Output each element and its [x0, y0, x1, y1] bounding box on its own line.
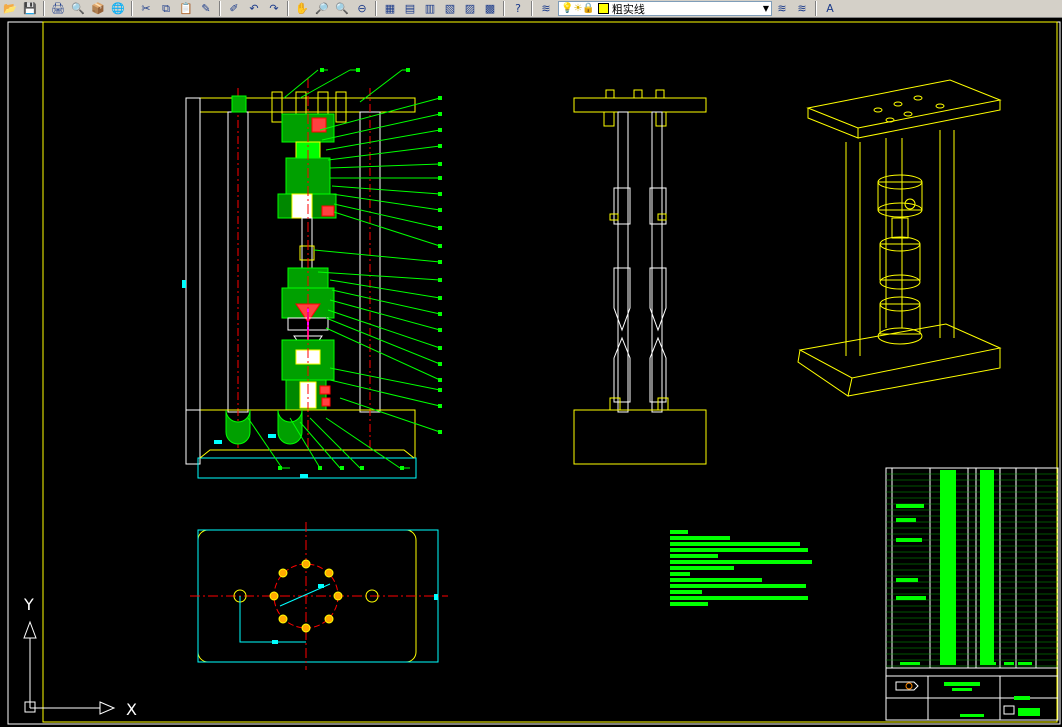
- front-section-view: [182, 68, 442, 479]
- standard-toolbar: 📂 💾 🖨 🔍 📦 🌐 ✂ ⧉ 📋 ✎ ✐ ↶ ↷ ✋ 🔎 🔍 ⊖ ▦ ▤ ▥ ▧ ▨ ▩? ≋ 💡 ☀ 🔒 粗实线 ▼ ≋ ≋ A: [0, 0, 1062, 18]
- zoom-window-button[interactable]: 🔍: [333, 1, 351, 17]
- redo-icon: ↷: [269, 1, 279, 15]
- cut-button[interactable]: ✂: [137, 1, 155, 17]
- paste-button[interactable]: 📋: [177, 1, 195, 17]
- print-icon: 🖨: [51, 1, 65, 15]
- undo-icon: ↶: [249, 1, 259, 15]
- calculator-button[interactable]: ▩: [481, 1, 499, 17]
- publish-button[interactable]: 📦: [89, 1, 107, 17]
- parts-list-table: [885, 467, 1059, 721]
- sheet-inner-border: [42, 21, 1058, 723]
- layer-dropdown-current: 💡 ☀ 🔒 粗实线: [561, 1, 645, 17]
- help-button[interactable]: ?: [509, 1, 527, 17]
- markup-button[interactable]: ▨: [461, 1, 479, 17]
- copy-button[interactable]: ⧉: [157, 1, 175, 17]
- zoom-realtime-icon: 🔎: [315, 1, 329, 15]
- toolbar-separator: [43, 1, 45, 16]
- isometric-view: [797, 79, 1002, 397]
- publish-icon: 📦: [91, 1, 105, 15]
- open-button[interactable]: 📂: [1, 1, 19, 17]
- redo-button[interactable]: ↷: [265, 1, 283, 17]
- sun-icon: ☀: [573, 3, 583, 14]
- zoom-previous-icon: ⊖: [357, 1, 367, 15]
- match-properties-icon: ✎: [201, 1, 211, 15]
- toolbar-separator: [531, 1, 533, 16]
- toolbar-separator: [503, 1, 505, 16]
- block-editor-button[interactable]: ✐: [225, 1, 243, 17]
- ucs-x-label: X: [126, 700, 137, 719]
- sheet-set-button[interactable]: ▧: [441, 1, 459, 17]
- properties-button[interactable]: ▦: [381, 1, 399, 17]
- toolbar-separator: [815, 1, 817, 16]
- save-icon: 💾: [23, 1, 37, 15]
- markup-icon: ▨: [464, 1, 476, 15]
- toolbar-separator: [219, 1, 221, 16]
- save-button[interactable]: 💾: [21, 1, 39, 17]
- sheet-outer-border: [7, 21, 1061, 725]
- tool-palettes-icon: ▥: [424, 1, 436, 15]
- make-current-layer-icon: ≋: [777, 1, 787, 15]
- zoom-previous-button[interactable]: ⊖: [353, 1, 371, 17]
- toolbar-separator: [131, 1, 133, 16]
- layer-properties-manager-button[interactable]: ≋: [537, 1, 555, 17]
- side-view: [573, 89, 707, 465]
- design-center-icon: ▤: [404, 1, 416, 15]
- layer-name: 粗实线: [611, 2, 645, 16]
- layer-previous-icon: ≋: [797, 1, 807, 15]
- technical-requirements-text: [670, 530, 812, 606]
- pan-icon: ✋: [295, 1, 309, 15]
- web-icon: 🌐: [111, 1, 125, 15]
- properties-icon: ▦: [384, 1, 396, 15]
- plot-preview-button[interactable]: 🔍: [69, 1, 87, 17]
- lightbulb-icon: 💡: [561, 3, 574, 14]
- lock-icon: 🔒: [582, 3, 595, 14]
- undo-button[interactable]: ↶: [245, 1, 263, 17]
- make-current-layer-button[interactable]: ≋: [773, 1, 791, 17]
- chevron-down-icon: ▼: [762, 4, 769, 13]
- text-style-button[interactable]: A: [821, 1, 839, 17]
- copy-icon: ⧉: [162, 1, 170, 15]
- zoom-window-icon: 🔍: [335, 1, 349, 15]
- tool-palettes-button[interactable]: ▥: [421, 1, 439, 17]
- top-view: [190, 522, 448, 670]
- toolbar-separator: [287, 1, 289, 16]
- plot-preview-icon: 🔍: [71, 1, 85, 15]
- paste-icon: 📋: [179, 1, 193, 15]
- ucs-icon: Y X: [23, 595, 137, 719]
- ucs-y-label: Y: [23, 595, 34, 614]
- layer-manager-icon: ≋: [541, 1, 551, 15]
- design-center-button[interactable]: ▤: [401, 1, 419, 17]
- pan-button[interactable]: ✋: [293, 1, 311, 17]
- text-style-icon: A: [826, 1, 834, 15]
- toolbar-separator: [375, 1, 377, 16]
- layer-color-swatch: [597, 3, 609, 14]
- web-button[interactable]: 🌐: [109, 1, 127, 17]
- calculator-icon: ▩: [484, 1, 496, 15]
- cut-icon: ✂: [141, 1, 151, 15]
- print-button[interactable]: 🖨: [49, 1, 67, 17]
- layer-dropdown[interactable]: 💡 ☀ 🔒 粗实线 ▼: [558, 1, 772, 16]
- zoom-realtime-button[interactable]: 🔎: [313, 1, 331, 17]
- match-properties-button[interactable]: ✎: [197, 1, 215, 17]
- sheet-set-icon: ▧: [444, 1, 456, 15]
- help-icon: ?: [515, 1, 521, 15]
- drawing-canvas[interactable]: Y X: [0, 18, 1062, 727]
- layer-previous-button[interactable]: ≋: [793, 1, 811, 17]
- open-icon: 📂: [3, 1, 17, 15]
- block-editor-icon: ✐: [229, 1, 239, 15]
